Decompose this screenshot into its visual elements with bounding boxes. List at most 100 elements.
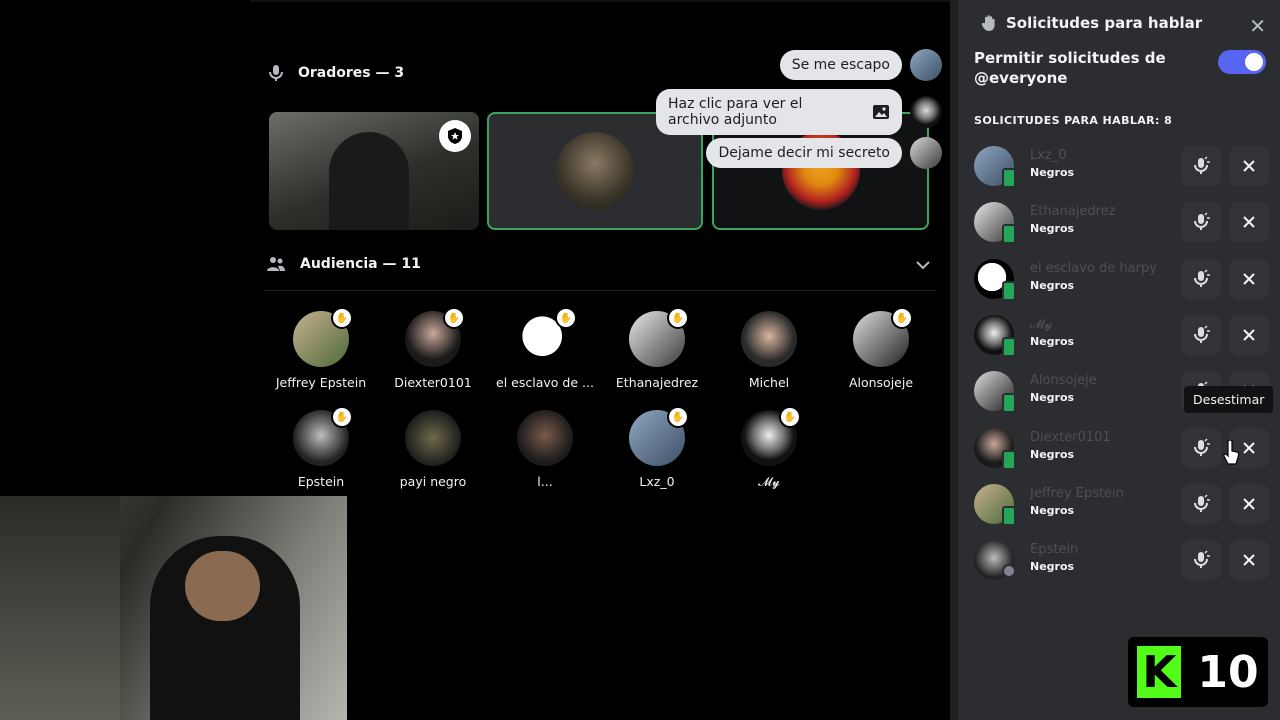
audience-member[interactable]: ✋ Lxz_0: [597, 406, 717, 489]
request-role: Negros: [1030, 391, 1075, 405]
audience-member[interactable]: ✋ Alonsojeje: [821, 307, 941, 390]
request-username: Alonsojeje: [1030, 373, 1097, 389]
dismiss-tooltip: Desestimar: [1184, 386, 1274, 413]
audience-member-name: Ethanajedrez: [615, 375, 699, 390]
mobile-status-icon: [1002, 336, 1016, 357]
audience-member[interactable]: l...: [485, 410, 605, 489]
request-role: Negros: [1030, 447, 1075, 461]
message-row[interactable]: Haz clic para ver el archivo adjunto: [656, 89, 942, 135]
raised-hand-icon: ✋: [331, 307, 353, 329]
close-icon: [1243, 160, 1255, 172]
microphone-icon: [269, 65, 283, 81]
dismiss-button[interactable]: [1229, 202, 1269, 243]
moderator-badge: [439, 120, 471, 152]
request-role: Negros: [1030, 166, 1075, 179]
request-username: Ethanajedrez: [1030, 204, 1116, 220]
panel-header: Solicitudes para hablar: [980, 14, 1202, 32]
close-icon[interactable]: ✕: [1249, 14, 1266, 38]
allow-requests-toggle[interactable]: [1218, 50, 1266, 74]
request-role: Negros: [1030, 560, 1075, 574]
dismiss-button[interactable]: [1229, 146, 1269, 186]
request-row: 𝓜𝔂 Negros: [974, 313, 1274, 357]
message-text: Haz clic para ver el archivo adjunto: [668, 96, 803, 128]
audience-member-name: Diexter0101: [394, 375, 472, 390]
mic-invite-icon: [1194, 494, 1210, 512]
request-username: el esclavo de harpy: [1030, 260, 1157, 276]
audience-member-name: Epstein: [297, 474, 345, 489]
invite-to-speak-button[interactable]: [1181, 427, 1221, 468]
audience-member[interactable]: ✋ el esclavo de ...: [485, 307, 605, 390]
raised-hand-icon: [981, 15, 995, 31]
invite-to-speak-button[interactable]: [1181, 258, 1221, 299]
section-divider: [264, 290, 936, 291]
chevron-down-icon[interactable]: [916, 260, 930, 270]
audience-member[interactable]: Michel: [709, 311, 829, 390]
avatar: ✋: [293, 307, 353, 367]
audience-member[interactable]: ✋ Diexter0101: [373, 307, 493, 390]
invite-to-speak-button[interactable]: [1181, 540, 1221, 581]
mobile-status-icon: [1002, 280, 1016, 301]
raised-hand-icon: ✋: [555, 307, 577, 329]
request-row: Epstein Negros: [974, 538, 1274, 582]
dismiss-button[interactable]: [1229, 258, 1269, 299]
close-icon: [1243, 329, 1255, 341]
avatar: ✋: [405, 307, 465, 367]
audience-member-name: Alonsojeje: [848, 375, 914, 390]
audience-member-name: l...: [537, 474, 553, 489]
top-divider: [250, 0, 950, 2]
avatar: [517, 410, 573, 466]
raised-hand-icon: ✋: [891, 307, 913, 329]
mobile-status-icon: [1002, 505, 1016, 526]
request-username: Lxz_0: [1030, 148, 1067, 163]
hand-cursor-icon: [1223, 440, 1240, 465]
avatar: [910, 137, 942, 169]
speakers-title: Oradores — 3: [298, 65, 405, 81]
mic-invite-icon: [1194, 212, 1210, 231]
request-role: Negros: [1030, 503, 1075, 517]
avatar: [741, 311, 797, 367]
audience-member-name: Lxz_0: [639, 474, 675, 489]
attachment-bubble[interactable]: Haz clic para ver el archivo adjunto: [656, 89, 902, 135]
audience-member[interactable]: ✋ Epstein: [261, 406, 381, 489]
dismiss-button[interactable]: [1229, 314, 1269, 355]
audience-member[interactable]: ✋ Ethanajedrez: [597, 307, 717, 390]
logo-letter: K: [1137, 646, 1182, 698]
panel-title: Solicitudes para hablar: [1006, 14, 1203, 32]
avatar: [910, 49, 942, 81]
raised-hand-icon: ✋: [667, 307, 689, 329]
mic-invite-icon: [1194, 325, 1210, 343]
request-role: Negros: [1030, 278, 1075, 292]
request-username: Jeffrey Epstein: [1030, 485, 1124, 501]
dismiss-button[interactable]: [1229, 483, 1269, 524]
dismiss-button[interactable]: [1229, 540, 1269, 581]
request-row: Jeffrey Epstein Negros: [974, 482, 1274, 526]
speaker-avatar: [556, 132, 634, 210]
avatar: [910, 96, 942, 128]
audience-member[interactable]: payi negro: [373, 410, 493, 489]
mic-invite-icon: [1194, 437, 1210, 456]
request-username: 𝓜𝔂: [1030, 316, 1053, 332]
invite-to-speak-button[interactable]: [1181, 202, 1221, 243]
mobile-status-icon: [1002, 564, 1016, 579]
image-icon: [873, 105, 889, 119]
invite-to-speak-button[interactable]: [1181, 483, 1221, 524]
message-row: Dejame decir mi secreto: [706, 137, 942, 169]
request-username: Diexter0101: [1030, 429, 1111, 445]
shield-icon: [448, 128, 462, 144]
invite-to-speak-button[interactable]: [1181, 314, 1221, 355]
mobile-status-icon: [1002, 393, 1016, 414]
request-username: Epstein: [1030, 542, 1079, 558]
invite-to-speak-button[interactable]: [1181, 146, 1221, 186]
close-icon: [1243, 554, 1255, 566]
speaker-tile-video[interactable]: [269, 112, 479, 230]
people-icon: [267, 257, 285, 271]
audience-member[interactable]: ✋ Jeffrey Epstein: [261, 307, 381, 390]
audience-member-name: el esclavo de ...: [496, 375, 594, 390]
audience-heading: Audiencia — 11: [266, 256, 421, 272]
mobile-status-icon: [1002, 168, 1016, 188]
webcam-face: [185, 551, 260, 621]
avatar: ✋: [629, 406, 689, 466]
audience-member[interactable]: ✋ 𝓜𝔂: [709, 406, 829, 490]
mobile-status-icon: [1002, 449, 1016, 470]
close-icon: [1243, 441, 1255, 454]
